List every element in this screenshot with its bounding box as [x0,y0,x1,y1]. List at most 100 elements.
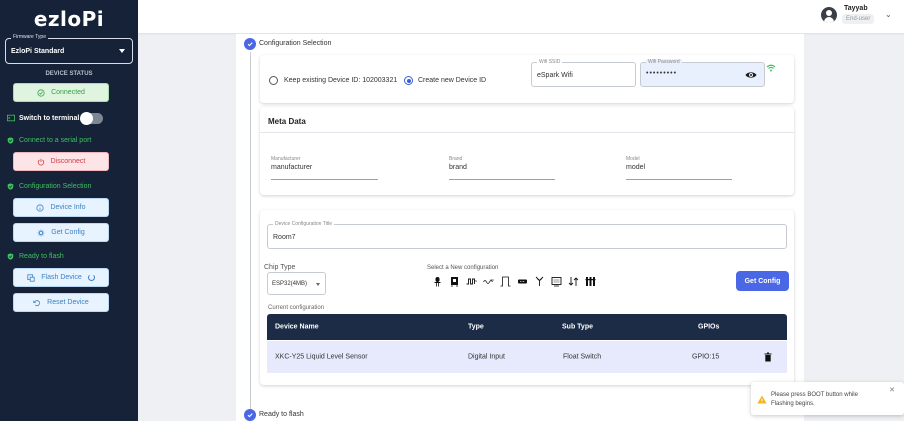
select-new-config-label: Select a New configuration [427,265,499,271]
model-value: model [626,164,646,171]
display-icon[interactable] [551,276,562,287]
connected-button[interactable]: Connected [13,83,109,102]
uart-icon[interactable] [517,276,528,287]
manufacturer-label: Manufacturer [271,156,301,162]
gear-icon [37,229,45,236]
eye-icon[interactable] [745,70,757,80]
user-role-badge: End-user [842,14,875,24]
wifi-password-legend: Wifi Password [646,59,682,65]
user-menu-chevron-icon[interactable]: ⌄ [885,10,892,19]
wifi-ssid-field[interactable]: Wifi SSID eSpark Wifi [531,59,636,87]
check-circle-icon [37,88,45,97]
col-type: Type [468,323,484,331]
chip-type-value: ESP32(4MB) [272,281,308,287]
delete-trash-icon[interactable] [764,352,772,362]
toggle-knob [80,112,93,125]
svg-text:PA: PA [474,279,477,283]
model-field[interactable]: Model model [626,156,732,180]
flash-device-button[interactable]: Flash Device [13,268,109,287]
analog-input-icon[interactable]: IN [483,276,494,287]
shield-check-icon [7,183,14,190]
terminal-icon [7,114,15,122]
connect-serial-label: Connect to a serial port [19,137,92,144]
info-icon [36,203,45,212]
pwm-icon[interactable]: PA [466,276,477,287]
flash-device-label: Flash Device [41,274,82,281]
create-device-id-radio[interactable] [404,76,413,85]
current-config-label: Current configuration [268,305,325,311]
device-type-icons: PA IN [432,276,596,287]
led-icon[interactable] [432,276,443,287]
step-config-selection-label: Configuration Selection [259,40,332,47]
firmware-type-select[interactable]: Firmware Type EzloPi Standard [5,34,133,64]
config-title-value: Room7 [273,234,296,241]
terminal-switch-label: Switch to terminal [19,114,80,122]
connect-serial-section: Connect to a serial port [7,137,91,144]
config-table-header: Device Name Type Sub Type GPIOs [267,314,787,340]
terminal-toggle[interactable] [80,112,103,125]
meta-divider [260,132,794,133]
power-icon [37,158,44,165]
sensor-icon[interactable] [534,276,545,287]
user-avatar-icon[interactable] [821,7,837,23]
reset-icon [33,299,41,306]
toast-message: Please press BOOT button while Flashing … [771,392,858,407]
flash-chip-icon [27,273,35,282]
disconnect-label: Disconnect [50,158,86,165]
device-info-label: Device Info [50,204,86,211]
swap-arrows-icon[interactable] [568,276,579,287]
device-status-heading: DEVICE STATUS [45,71,93,77]
col-sub-type: Sub Type [562,323,593,331]
warning-icon [757,395,767,404]
device-info-button[interactable]: Device Info [13,198,109,217]
firmware-type-label: Firmware Type [11,34,48,40]
get-config-sidebar-label: Get Config [51,229,85,236]
wifi-password-value: ••••••••• [646,70,678,77]
connected-label: Connected [51,89,85,96]
row-sub-type: Float Switch [563,353,602,361]
digital-output-icon[interactable] [449,276,460,287]
ready-flash-label: Ready to flash [19,253,64,260]
config-title-field[interactable]: Device Configuration Title Room7 [267,221,787,249]
table-row[interactable]: XKC-Y25 Liquid Level Sensor Digital Inpu… [267,341,787,373]
create-device-id-label: Create new Device ID [418,77,487,84]
firmware-type-value: EzloPi Standard [11,48,65,55]
row-gpio: GPIO:15 [692,353,720,361]
top-header [138,0,904,33]
chip-type-label: Chip Type [264,264,296,271]
svg-text:IN: IN [491,278,494,282]
meta-data-title: Meta Data [268,117,306,126]
manufacturer-field[interactable]: Manufacturer manufacturer [271,156,378,180]
brand-field[interactable]: Brand brand [449,156,555,180]
disconnect-button[interactable]: Disconnect [13,152,109,171]
stepper-line [250,52,251,412]
reset-device-button[interactable]: Reset Device [13,293,109,312]
wifi-password-field[interactable]: Wifi Password ••••••••• [640,59,765,87]
ready-flash-section: Ready to flash [7,253,64,260]
user-name: Tayyab [844,5,868,12]
get-config-sidebar-button[interactable]: Get Config [13,223,109,242]
wifi-ssid-value: eSpark Wifi [537,72,573,79]
caret-down-icon [316,283,320,286]
shield-check-icon [7,253,14,260]
config-selection-label: Configuration Selection [19,183,92,190]
app-logo: ezloPi [33,7,105,31]
step-ready-to-flash-label: Ready to flash [259,411,304,418]
pulse-icon[interactable] [500,276,511,287]
get-config-button[interactable]: Get Config [736,271,789,291]
loading-spinner-icon [87,274,95,281]
meta-data-card [260,107,794,195]
shield-check-icon [7,137,14,144]
chip-type-select[interactable]: ESP32(4MB) [267,272,326,295]
sidebar: ezloPi Firmware Type EzloPi Standard DEV… [0,0,138,421]
col-gpios: GPIOs [698,323,720,331]
boot-warning-toast: Please press BOOT button while Flashing … [751,382,904,415]
config-selection-section: Configuration Selection [7,183,91,190]
keep-device-id-radio[interactable] [269,76,278,85]
manufacturer-value: manufacturer [271,164,313,171]
relay-icon[interactable] [585,276,596,287]
close-icon[interactable]: ✕ [889,386,895,394]
config-title-legend: Device Configuration Title [273,221,334,227]
col-device-name: Device Name [275,323,319,331]
model-label: Model [626,156,640,162]
